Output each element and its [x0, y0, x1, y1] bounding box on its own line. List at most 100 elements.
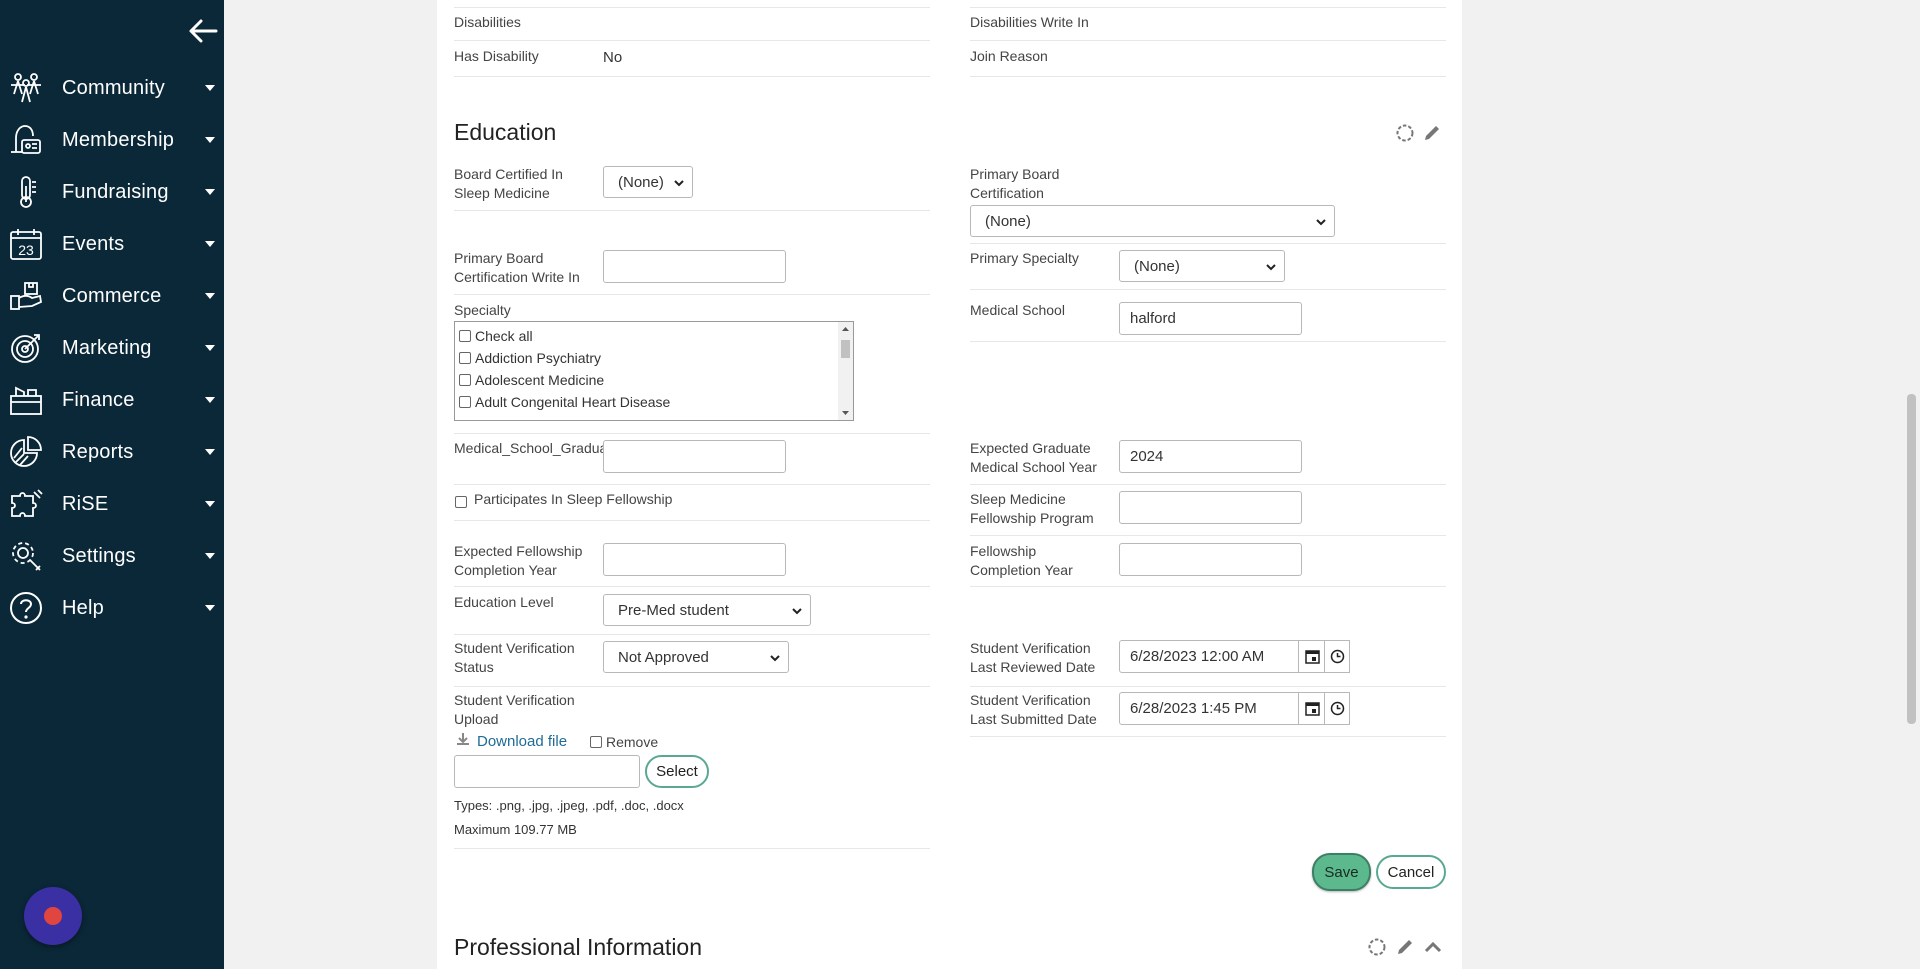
sidebar-item-membership[interactable]: Membership [0, 114, 224, 166]
edit-pencil-icon[interactable] [1394, 936, 1416, 958]
last-submitted-input[interactable]: 6/28/2023 1:45 PM [1119, 692, 1301, 725]
primary-board-cert-write-in-label: Primary Board Certification Write In [454, 250, 580, 285]
file-name-input[interactable] [454, 755, 640, 788]
calendar-button[interactable] [1298, 692, 1326, 725]
sleep-fellowship-program-input[interactable] [1119, 491, 1302, 524]
sidebar-item-finance[interactable]: Finance [0, 374, 224, 426]
clock-icon [1330, 701, 1345, 716]
sidebar-item-reports[interactable]: Reports [0, 426, 224, 478]
chevron-up-icon[interactable] [1422, 936, 1444, 958]
sidebar-item-commerce[interactable]: Commerce [0, 270, 224, 322]
verification-upload-label: Student Verification Upload [454, 692, 575, 727]
primary-board-cert-selected: (None) [985, 212, 1031, 230]
expected-grad-label: Expected Graduate Medical School Year [970, 440, 1097, 475]
medical-school-input[interactable]: halford [1119, 302, 1302, 335]
list-item[interactable]: Adolescent Medicine [459, 370, 604, 390]
time-button[interactable] [1324, 640, 1350, 673]
sidebar-item-events[interactable]: 23 Events [0, 218, 224, 270]
list-item[interactable]: Adult Congenital Heart Disease [459, 392, 670, 412]
scroll-down-icon[interactable] [841, 409, 850, 417]
commerce-icon [10, 282, 43, 310]
check-all-checkbox[interactable] [459, 330, 471, 342]
last-submitted-label: Student Verification Last Submitted Date [970, 692, 1097, 727]
sidebar-item-settings[interactable]: Settings [0, 530, 224, 582]
sidebar-item-community[interactable]: Community [0, 62, 224, 114]
specialty-listbox[interactable]: Check all Addiction Psychiatry Adolescen… [454, 321, 854, 421]
sidebar-item-label: Community [62, 76, 165, 99]
community-icon [11, 73, 41, 103]
board-certified-select[interactable]: (None) [603, 166, 693, 198]
board-certified-selected: (None) [618, 173, 664, 191]
primary-board-cert-write-in-input[interactable] [603, 250, 786, 283]
divider [454, 586, 930, 587]
sleep-fellowship-checkbox[interactable] [455, 496, 467, 508]
refresh-icon[interactable] [1394, 122, 1416, 144]
listbox-scrollbar[interactable] [838, 322, 853, 420]
remove-file-checkbox[interactable] [590, 736, 602, 748]
specialty-checkbox[interactable] [459, 396, 471, 408]
caret-down-icon [205, 85, 215, 91]
select-file-button[interactable]: Select [645, 755, 709, 788]
sidebar-item-marketing[interactable]: Marketing [0, 322, 224, 374]
caret-down-icon [205, 605, 215, 611]
sidebar-item-label: Reports [62, 440, 134, 463]
specialty-checkbox[interactable] [459, 374, 471, 386]
caret-down-icon [205, 449, 215, 455]
disabilities-write-in-label: Disabilities Write In [970, 14, 1089, 30]
specialty-checkbox[interactable] [459, 352, 471, 364]
page-scrollbar[interactable] [1902, 0, 1920, 969]
sidebar-nav: Community Membership Fundraising 23 Even… [0, 62, 224, 634]
back-arrow-icon[interactable] [186, 16, 220, 46]
divider [454, 210, 930, 211]
divider [454, 7, 930, 8]
chevron-down-icon [1316, 219, 1326, 226]
chevron-down-icon [792, 608, 802, 615]
sidebar-item-help[interactable]: Help [0, 582, 224, 634]
list-item[interactable]: Check all [459, 326, 533, 346]
sidebar-item-fundraising[interactable]: Fundraising [0, 166, 224, 218]
expected-grad-input[interactable]: 2024 [1119, 440, 1302, 473]
sidebar-item-label: Marketing [62, 336, 152, 359]
calendar-button[interactable] [1298, 640, 1326, 673]
divider [970, 289, 1446, 290]
chat-widget-button[interactable] [24, 887, 82, 945]
refresh-icon[interactable] [1366, 936, 1388, 958]
sidebar-item-label: Help [62, 596, 104, 619]
expected-fellowship-input[interactable] [603, 543, 786, 576]
chevron-down-icon [770, 655, 780, 662]
sidebar-item-rise[interactable]: RiSE [0, 478, 224, 530]
verification-status-select[interactable]: Not Approved [603, 641, 789, 673]
specialty-label: Specialty [454, 302, 511, 318]
file-max-size-text: Maximum 109.77 MB [454, 822, 577, 837]
has-disability-label: Has Disability [454, 48, 539, 64]
last-reviewed-input[interactable]: 6/28/2023 12:00 AM [1119, 640, 1301, 673]
list-item[interactable]: Addiction Psychiatry [459, 348, 601, 368]
caret-down-icon [205, 345, 215, 351]
help-icon [10, 592, 42, 624]
edit-pencil-icon[interactable] [1421, 122, 1443, 144]
primary-board-cert-select[interactable]: (None) [970, 205, 1335, 237]
education-level-selected: Pre-Med student [618, 601, 729, 619]
cancel-button[interactable]: Cancel [1376, 855, 1446, 889]
professional-section-title: Professional Information [454, 934, 703, 960]
list-item-label: Adolescent Medicine [475, 372, 605, 388]
last-reviewed-label: Student Verification Last Reviewed Date [970, 640, 1096, 675]
education-level-select[interactable]: Pre-Med student [603, 594, 811, 626]
file-types-text: Types: .png, .jpg, .jpeg, .pdf, .doc, .d… [454, 798, 684, 813]
save-button[interactable]: Save [1312, 853, 1371, 891]
med-school-grad-year-label: Medical_School_Graduation_Year [454, 440, 666, 456]
download-icon[interactable] [455, 731, 471, 747]
primary-specialty-select[interactable]: (None) [1119, 250, 1285, 282]
fellowship-completion-input[interactable] [1119, 543, 1302, 576]
listbox-scroll-thumb[interactable] [841, 340, 850, 358]
page-scroll-thumb[interactable] [1907, 394, 1916, 724]
caret-down-icon [205, 137, 215, 143]
sidebar: Community Membership Fundraising 23 Even… [0, 0, 224, 969]
med-school-grad-year-input[interactable] [603, 440, 786, 473]
chevron-down-icon [1266, 264, 1276, 271]
clock-icon [1330, 649, 1345, 664]
time-button[interactable] [1324, 692, 1350, 725]
scroll-up-icon[interactable] [841, 325, 850, 333]
target-icon [11, 334, 40, 363]
download-file-link[interactable]: Download file [477, 733, 567, 750]
